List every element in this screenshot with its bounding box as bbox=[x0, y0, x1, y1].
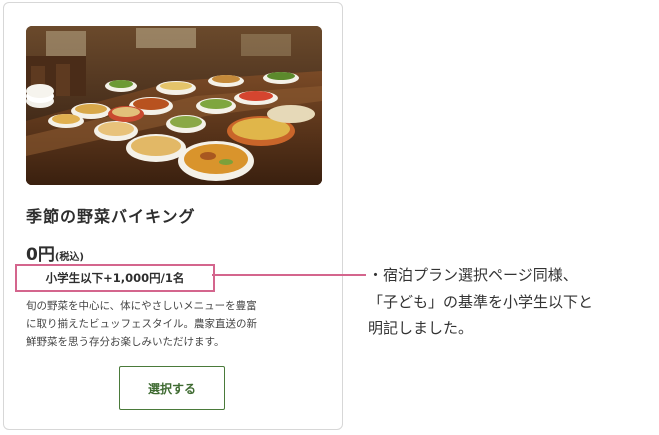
annotation-line: 「子ども」の基準を小学生以下と bbox=[368, 292, 594, 311]
select-button[interactable]: 選択する bbox=[119, 366, 225, 410]
plan-title: 季節の野菜バイキング bbox=[26, 207, 196, 226]
annotation-connector-line bbox=[212, 274, 366, 276]
price: 0円(税込) bbox=[26, 240, 84, 265]
annotation-line: 明記しました。 bbox=[368, 319, 474, 337]
plan-description: 旬の野菜を中心に、体にやさしいメニューを豊富 に取り揃えたビュッフェスタイル。農… bbox=[26, 297, 326, 351]
buffet-photo bbox=[26, 26, 322, 185]
page: 季節の野菜バイキング 0円(税込) 小学生以下+1,000円/1名 旬の野菜を中… bbox=[0, 0, 659, 435]
description-line: 鮮野菜を思う存分お楽しみいただけます。 bbox=[26, 336, 225, 348]
price-amount: 0円 bbox=[26, 245, 55, 265]
annotation-note: ・宿泊プラン選択ページ同様、 「子ども」の基準を小学生以下と 明記しました。 bbox=[368, 262, 593, 342]
description-line: に取り揃えたビュッフェスタイル。農家直送の新 bbox=[26, 318, 257, 330]
annotation-line: ・宿泊プラン選択ページ同様、 bbox=[368, 266, 578, 284]
description-line: 旬の野菜を中心に、体にやさしいメニューを豊富 bbox=[26, 300, 257, 312]
child-price-highlight: 小学生以下+1,000円/1名 bbox=[15, 264, 215, 292]
plan-card: 季節の野菜バイキング 0円(税込) 小学生以下+1,000円/1名 旬の野菜を中… bbox=[3, 2, 343, 430]
tax-note: (税込) bbox=[54, 252, 84, 263]
